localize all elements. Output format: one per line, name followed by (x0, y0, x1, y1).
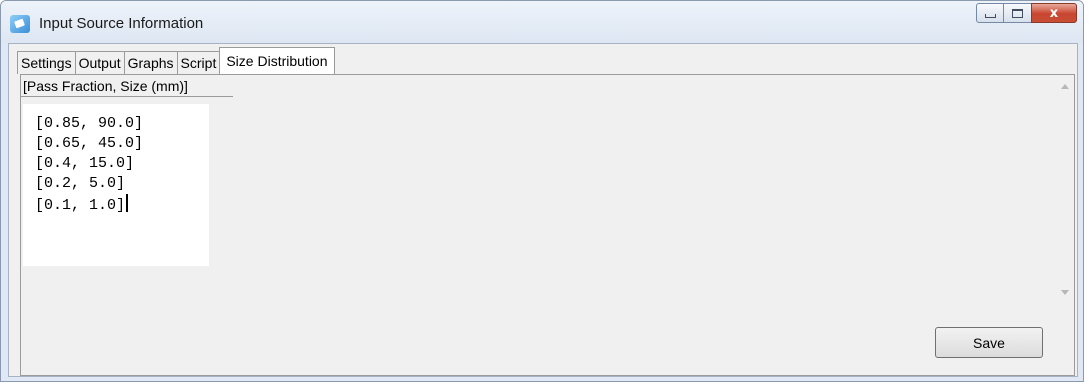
app-window: Input Source Information x Settings Outp… (0, 0, 1084, 382)
tab-size-distribution[interactable]: Size Distribution (219, 47, 335, 74)
close-button[interactable]: x (1031, 3, 1077, 23)
tab-graphs[interactable]: Graphs (123, 51, 178, 74)
scroll-down-arrow-icon[interactable] (1061, 290, 1069, 295)
tab-bar: Settings Output Graphs Script Size Distr… (17, 47, 335, 74)
tab-settings[interactable]: Settings (17, 51, 76, 74)
client-area: Settings Output Graphs Script Size Distr… (8, 43, 1078, 377)
window-controls: x (976, 3, 1077, 25)
save-button[interactable]: Save (935, 327, 1043, 358)
size-distribution-panel: [Pass Fraction, Size (mm)] [0.85, 90.0] … (20, 74, 1075, 376)
title-bar[interactable]: Input Source Information x (1, 1, 1083, 43)
data-line: [0.65, 45.0] (35, 135, 144, 152)
vertical-scrollbar[interactable] (1057, 75, 1074, 302)
maximize-icon (1012, 8, 1023, 18)
app-window-icon (10, 15, 30, 33)
data-line: [0.85, 90.0] (35, 115, 144, 132)
minimize-button[interactable] (976, 3, 1004, 23)
data-line: [0.4, 15.0] (35, 155, 135, 172)
minimize-icon (984, 14, 996, 18)
tab-output[interactable]: Output (74, 51, 125, 74)
text-caret (126, 194, 129, 212)
data-line-text: [0.1, 1.0] (35, 197, 126, 214)
data-line: [0.2, 5.0] (35, 175, 126, 192)
size-distribution-textarea[interactable]: [0.85, 90.0] [0.65, 45.0] [0.4, 15.0] [0… (23, 104, 209, 266)
tab-script[interactable]: Script (176, 51, 221, 74)
column-header-label: [Pass Fraction, Size (mm)] (21, 75, 233, 97)
window-title: Input Source Information (39, 15, 204, 32)
data-line-last: [0.1, 1.0] (35, 194, 209, 216)
close-icon: x (1049, 5, 1059, 21)
maximize-button[interactable] (1004, 3, 1031, 23)
scroll-up-arrow-icon[interactable] (1061, 84, 1069, 89)
